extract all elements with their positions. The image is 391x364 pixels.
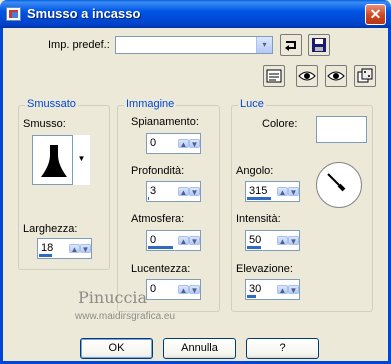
angolo-fill	[247, 197, 272, 200]
spin-down-icon[interactable]: ▼	[80, 244, 91, 254]
spin-up-icon[interactable]: ▲	[277, 187, 288, 197]
intensita-fill	[247, 246, 261, 249]
save-preset-button[interactable]	[308, 34, 330, 56]
larghezza-spinner[interactable]: 18 ▲ ▼	[37, 238, 92, 259]
bevel-preview[interactable]: ▼	[32, 135, 90, 185]
profondita-spinner[interactable]: 3 ▲ ▼	[146, 181, 201, 202]
cancel-button[interactable]: Annulla	[163, 338, 236, 359]
spin-up-icon[interactable]: ▲	[178, 187, 189, 197]
angle-dial[interactable]	[316, 162, 362, 208]
atmosfera-spinner[interactable]: 0 ▲ ▼	[146, 230, 201, 251]
immagine-legend: Immagine	[124, 98, 177, 110]
angolo-value: 315	[249, 185, 268, 197]
light-color-swatch[interactable]	[316, 116, 367, 143]
reset-icon	[285, 41, 296, 51]
watermark-url: www.maidirsgrafica.eu	[75, 311, 176, 322]
luce-legend: Luce	[238, 98, 266, 110]
dice-icon	[357, 68, 373, 83]
spin-down-icon[interactable]: ▼	[288, 285, 299, 295]
spin-down-icon[interactable]: ▼	[189, 236, 200, 246]
larghezza-value: 18	[41, 242, 54, 254]
atmosfera-value: 0	[150, 234, 157, 246]
spin-up-icon[interactable]: ▲	[178, 285, 189, 295]
bevel-dropdown-icon[interactable]: ▼	[72, 135, 90, 185]
reset-button[interactable]	[280, 34, 302, 56]
lucentezza-spinner[interactable]: 0 ▲ ▼	[146, 279, 201, 300]
dialog-options-button[interactable]	[263, 65, 285, 87]
help-button[interactable]: ?	[246, 338, 319, 359]
spianamento-label: Spianamento:	[131, 116, 199, 128]
bevel-shape-icon	[41, 145, 67, 177]
elevazione-fill	[247, 295, 257, 298]
spin-down-icon[interactable]: ▼	[189, 187, 200, 197]
chevron-down-icon[interactable]: ▾	[256, 37, 272, 53]
spin-down-icon[interactable]: ▼	[288, 187, 299, 197]
elevazione-value: 30	[249, 283, 262, 295]
proof-toggle-button[interactable]	[325, 65, 347, 87]
presets-label: Imp. predef.:	[48, 39, 110, 51]
close-button[interactable]: ✕	[365, 4, 386, 25]
lucentezza-label: Lucentezza:	[131, 263, 191, 275]
profondita-label: Profondità:	[131, 165, 185, 177]
intensita-label: Intensità:	[236, 213, 281, 225]
preview-eye-icon	[298, 71, 316, 81]
colore-label: Colore:	[262, 118, 298, 130]
spin-up-icon[interactable]: ▲	[277, 285, 288, 295]
angle-needle-icon	[327, 173, 346, 192]
larghezza-label: Larghezza:	[23, 223, 78, 235]
atmosfera-fill	[148, 246, 174, 249]
spin-up-icon[interactable]: ▲	[178, 236, 189, 246]
elevazione-label: Elevazione:	[236, 263, 293, 275]
spin-up-icon[interactable]: ▲	[69, 244, 80, 254]
title-bar: Smusso a incasso ✕	[0, 0, 391, 28]
spin-down-icon[interactable]: ▼	[288, 236, 299, 246]
profondita-value: 3	[150, 185, 157, 197]
larghezza-fill	[39, 254, 52, 257]
atmosfera-label: Atmosfera:	[131, 213, 185, 225]
window-title: Smusso a incasso	[27, 6, 141, 21]
intensita-spinner[interactable]: 50 ▲ ▼	[245, 230, 300, 251]
smussato-legend: Smussato	[25, 98, 78, 110]
app-icon	[6, 7, 21, 21]
proof-eye-icon	[327, 71, 345, 81]
elevazione-spinner[interactable]: 30 ▲ ▼	[245, 279, 300, 300]
angolo-spinner[interactable]: 315 ▲ ▼	[245, 181, 300, 202]
intensita-value: 50	[249, 234, 262, 246]
angolo-label: Angolo:	[236, 165, 274, 177]
dialog-options-icon	[266, 69, 282, 83]
profondita-fill	[148, 197, 150, 200]
spin-up-icon[interactable]: ▲	[277, 236, 288, 246]
save-icon	[312, 38, 326, 52]
spin-up-icon[interactable]: ▲	[178, 139, 189, 149]
watermark-name: Pinuccia	[78, 288, 148, 307]
preview-toggle-button[interactable]	[296, 65, 318, 87]
spin-down-icon[interactable]: ▼	[189, 285, 200, 295]
spianamento-spinner[interactable]: 0 ▲ ▼	[146, 133, 201, 154]
presets-dropdown[interactable]: ▾	[115, 36, 273, 54]
smusso-label: Smusso:	[23, 118, 66, 130]
lucentezza-value: 0	[150, 283, 157, 295]
spianamento-value: 0	[150, 137, 157, 149]
spin-down-icon[interactable]: ▼	[189, 139, 200, 149]
randomize-button[interactable]	[354, 65, 376, 87]
ok-button[interactable]: OK	[80, 338, 153, 359]
